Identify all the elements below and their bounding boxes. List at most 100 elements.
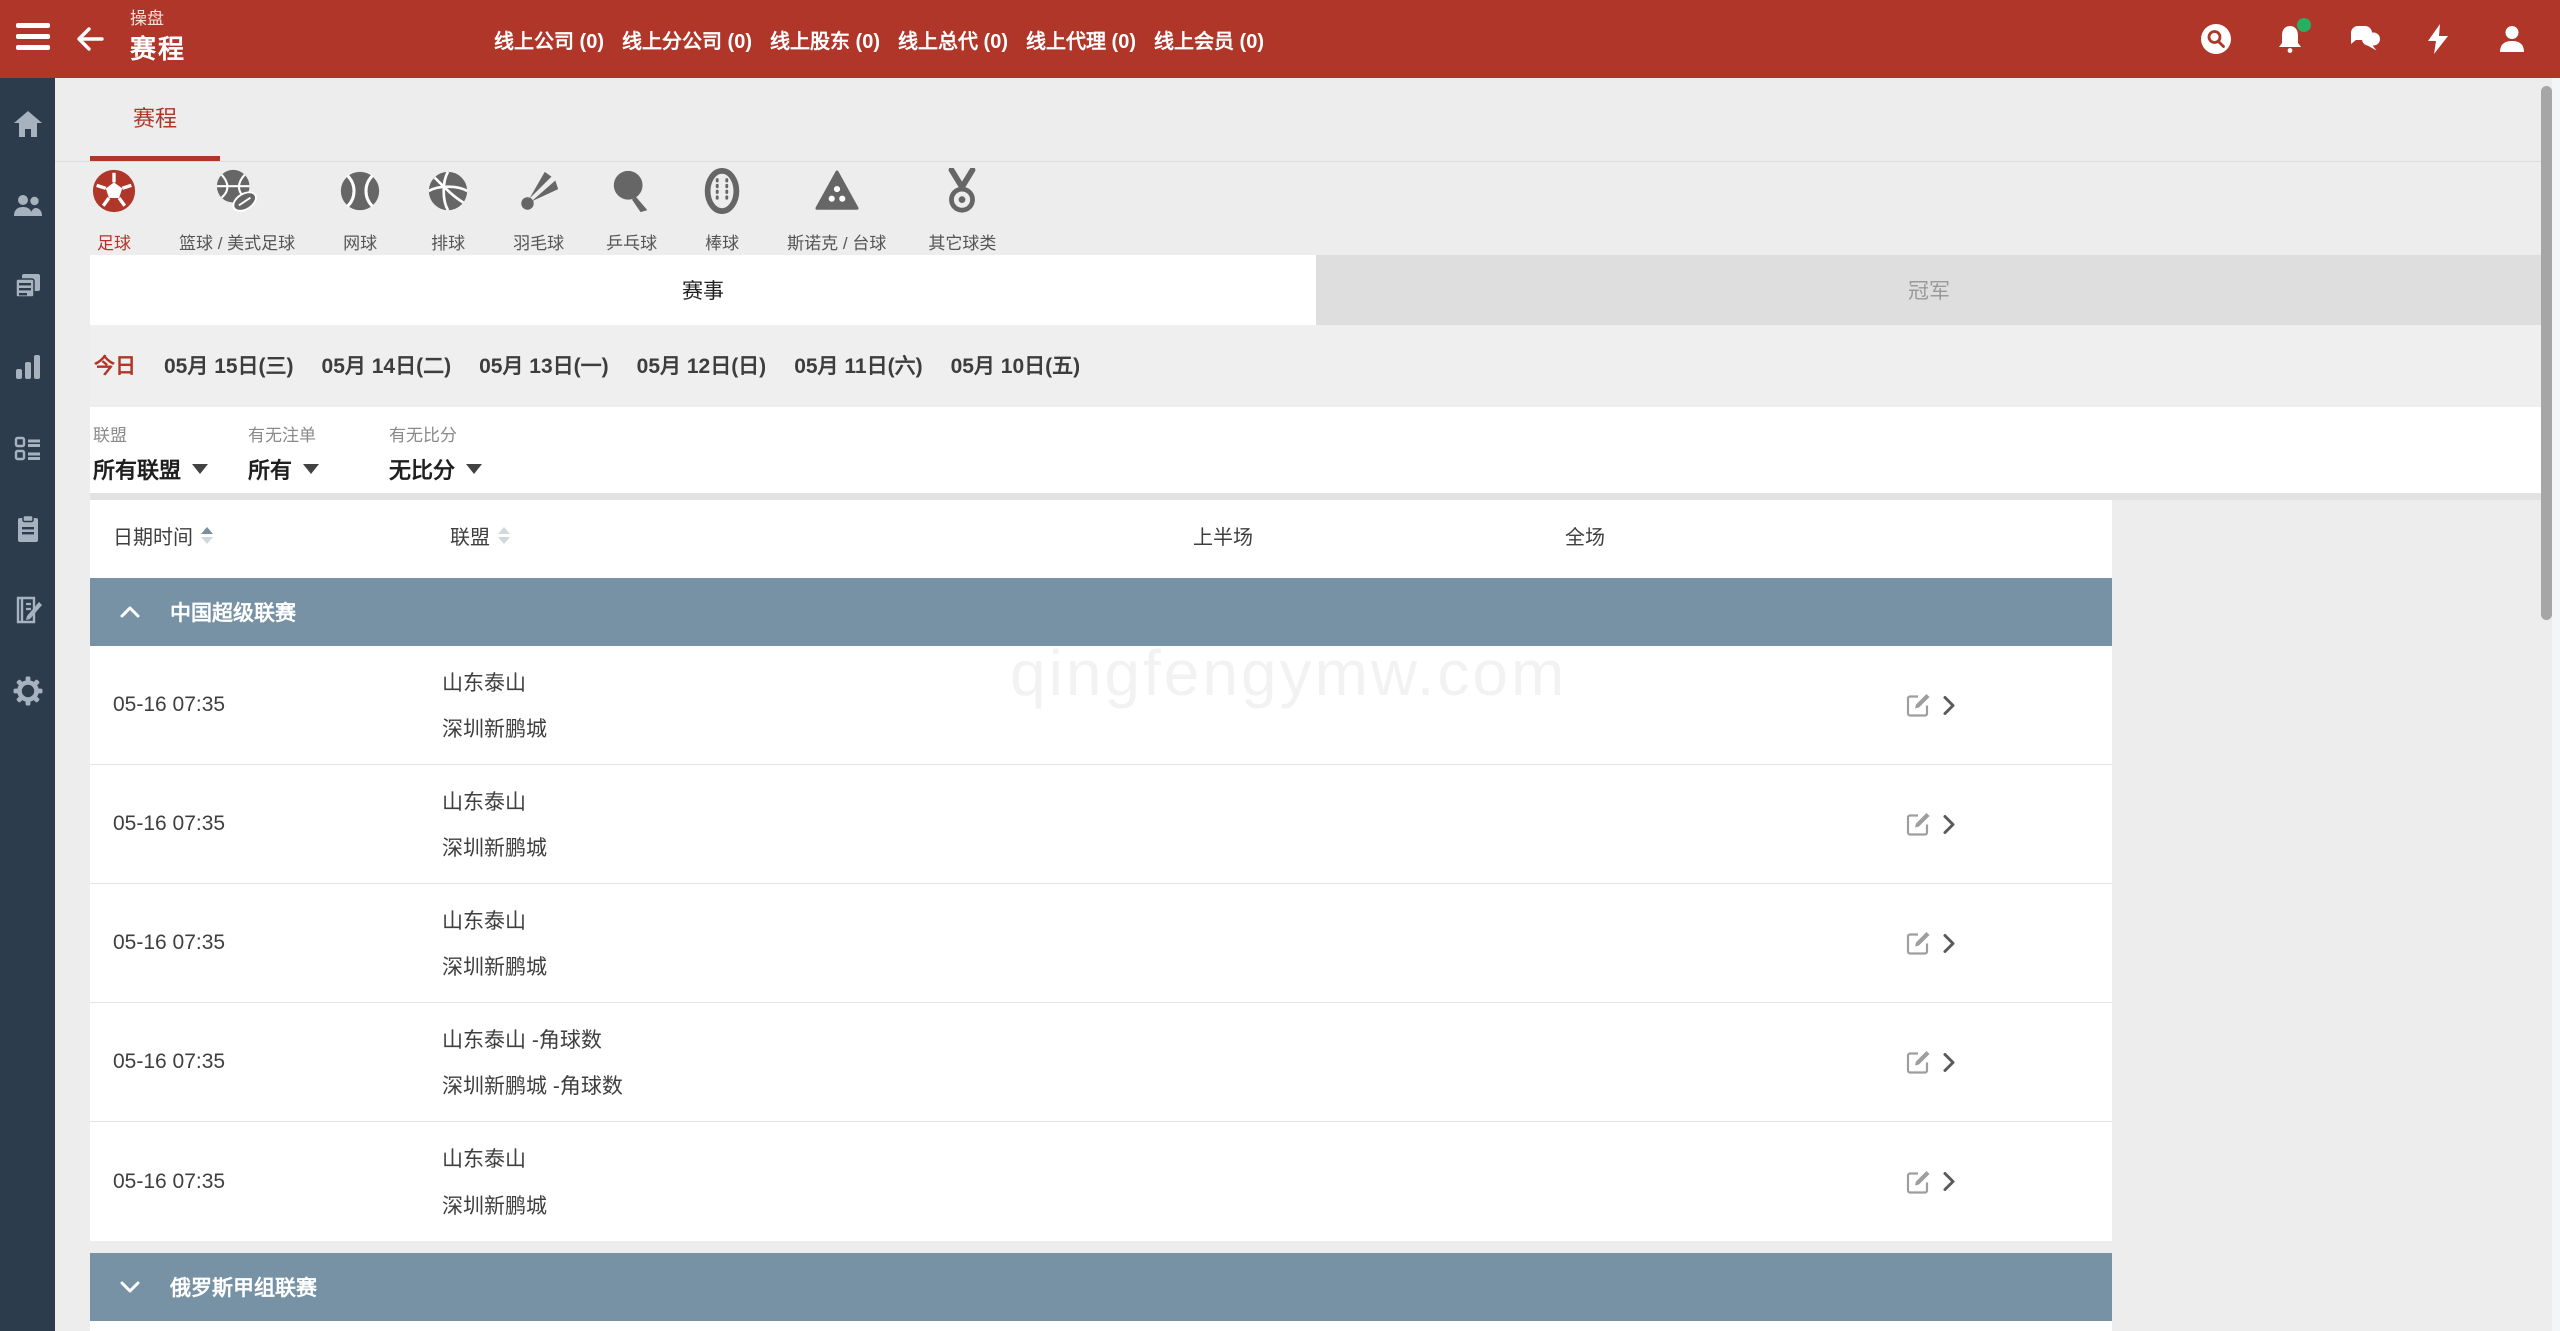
divider [90,493,2542,500]
league-group-header-collapsed[interactable]: 俄罗斯甲组联赛 [90,1253,2112,1321]
league-group-header[interactable]: 中国超级联赛 [90,578,2112,646]
sport-other[interactable]: 其它球类 [907,167,1017,254]
match-time: 05-16 07:35 [113,1169,226,1193]
date-item[interactable]: 05月 14日(二) [322,350,452,380]
sport-label: 其它球类 [928,234,997,253]
ballot-list-icon[interactable] [12,432,44,464]
notification-dot [2297,18,2311,32]
soccer-icon [91,168,137,219]
has-bets-filter-dropdown[interactable]: 有无注单 所有 [248,421,320,485]
edit-icon[interactable] [1905,930,1932,957]
chevron-right-icon[interactable] [1941,1171,1957,1193]
away-team: 深圳新鹏城 [442,718,547,741]
sort-arrows-icon[interactable] [201,526,213,544]
sport-label: 棒球 [705,234,740,253]
snooker-icon [814,168,860,219]
date-today[interactable]: 今日 [94,350,136,380]
chevron-right-icon[interactable] [1941,932,1957,954]
tab-matches[interactable]: 赛事 [90,255,1316,325]
filter-value: 所有 [248,458,293,483]
search-icon[interactable] [2200,23,2232,55]
has-score-filter-dropdown[interactable]: 有无比分 无比分 [389,421,483,485]
match-row[interactable]: 05-16 07:35 山东泰山 深圳新鹏城 [90,884,2112,1003]
match-row[interactable]: 05-16 07:35 山东泰山 深圳新鹏城 [90,646,2112,765]
date-item[interactable]: 05月 12日(日) [637,350,767,380]
nav-online-member[interactable]: 线上会员 (0) [1152,25,1266,54]
sport-label: 足球 [97,234,131,253]
league-group-container: 俄罗斯甲组联赛 [90,1253,2112,1331]
users-icon[interactable] [12,189,44,221]
view-tabs: 赛事 冠军 [90,255,2542,325]
lightning-icon[interactable] [2422,23,2454,55]
sport-label: 乒乓球 [606,234,658,253]
sport-volleyball[interactable]: 排球 [404,168,492,254]
tab-champion[interactable]: 冠军 [1316,255,2542,325]
edit-icon[interactable] [1905,811,1932,838]
page-tab-strip: 赛程 [55,78,2560,162]
home-team: 山东泰山 [442,910,526,933]
page-title: 赛程 [130,34,187,64]
sports-filter-row: 足球 篮球 / 美式足球 网球 排球 羽毛球 乒乓球 棒球 斯诺克 / 台球 其… [70,167,1017,254]
league-filter-dropdown[interactable]: 联盟 所有联盟 [93,421,209,485]
chevron-right-icon[interactable] [1941,813,1957,835]
sport-snooker[interactable]: 斯诺克 / 台球 [766,168,907,254]
hamburger-menu-icon[interactable] [16,23,50,55]
match-row[interactable]: 05-16 07:35 山东泰山 -角球数 深圳新鹏城 -角球数 [90,1003,2112,1122]
nav-online-master-agent[interactable]: 线上总代 (0) [896,25,1010,54]
filters-row: 联盟 所有联盟 有无注单 所有 有无比分 无比分 [90,407,2542,493]
baseball-icon [699,168,745,219]
column-header-full-match: 全场 [1565,526,1605,549]
account-icon[interactable] [2496,23,2528,55]
column-header-league[interactable]: 联盟 [450,500,510,570]
date-item[interactable]: 05月 15日(三) [164,350,294,380]
settings-gear-icon[interactable] [12,675,44,707]
match-time: 05-16 07:35 [113,931,226,954]
date-item[interactable]: 05月 13日(一) [479,350,609,380]
chat-icon[interactable] [2348,23,2380,55]
nav-online-branch[interactable]: 线上分公司 (0) [620,25,754,54]
chevron-right-icon[interactable] [1941,1051,1957,1073]
sport-badminton[interactable]: 羽毛球 [492,168,585,254]
sport-baseball[interactable]: 棒球 [678,168,766,254]
home-team: 山东泰山 -角球数 [442,1029,602,1052]
chevron-down-icon [120,1281,140,1293]
edit-icon[interactable] [1905,1168,1932,1195]
breadcrumb-section: 操盘 [130,9,164,28]
medal-icon [939,167,985,219]
filter-value: 所有联盟 [93,458,182,483]
edit-icon[interactable] [1905,692,1932,719]
sport-label: 羽毛球 [513,234,565,253]
match-time: 05-16 07:35 [113,812,226,835]
away-team: 深圳新鹏城 [442,1195,547,1218]
sport-soccer[interactable]: 足球 [70,168,158,254]
sort-arrows-icon[interactable] [498,526,510,544]
sport-table-tennis[interactable]: 乒乓球 [585,168,678,254]
match-time: 05-16 07:35 [113,1050,226,1073]
ledger-edit-icon[interactable] [12,594,44,626]
column-header-datetime[interactable]: 日期时间 [113,500,213,570]
chevron-right-icon[interactable] [1941,694,1957,716]
match-time: 05-16 07:35 [113,693,226,716]
table-tennis-icon [609,168,655,219]
date-item[interactable]: 05月 10日(五) [951,350,1081,380]
away-team: 深圳新鹏城 [442,837,547,860]
home-icon[interactable] [12,108,44,140]
match-row[interactable]: 05-16 07:35 山东泰山 深圳新鹏城 [90,1122,2112,1241]
match-row[interactable]: 05-16 07:35 山东泰山 深圳新鹏城 [90,765,2112,884]
nav-online-agent[interactable]: 线上代理 (0) [1024,25,1138,54]
scrollbar-thumb[interactable] [2541,86,2552,620]
nav-online-company[interactable]: 线上公司 (0) [492,25,606,54]
sport-basketball[interactable]: 篮球 / 美式足球 [158,168,316,254]
date-filter-row: 今日 05月 15日(三) 05月 14日(二) 05月 13日(一) 05月 … [90,325,2542,405]
notifications-bell-icon[interactable] [2274,18,2311,55]
bar-chart-icon[interactable] [12,351,44,383]
sport-label: 篮球 / 美式足球 [179,234,296,253]
back-arrow-icon[interactable] [74,23,106,55]
documents-icon[interactable] [12,270,44,302]
sport-tennis[interactable]: 网球 [316,168,404,254]
tab-schedule[interactable]: 赛程 [90,78,220,161]
date-item[interactable]: 05月 11日(六) [794,350,922,380]
nav-online-shareholder[interactable]: 线上股东 (0) [768,25,882,54]
edit-icon[interactable] [1905,1049,1932,1076]
clipboard-icon[interactable] [12,513,44,545]
